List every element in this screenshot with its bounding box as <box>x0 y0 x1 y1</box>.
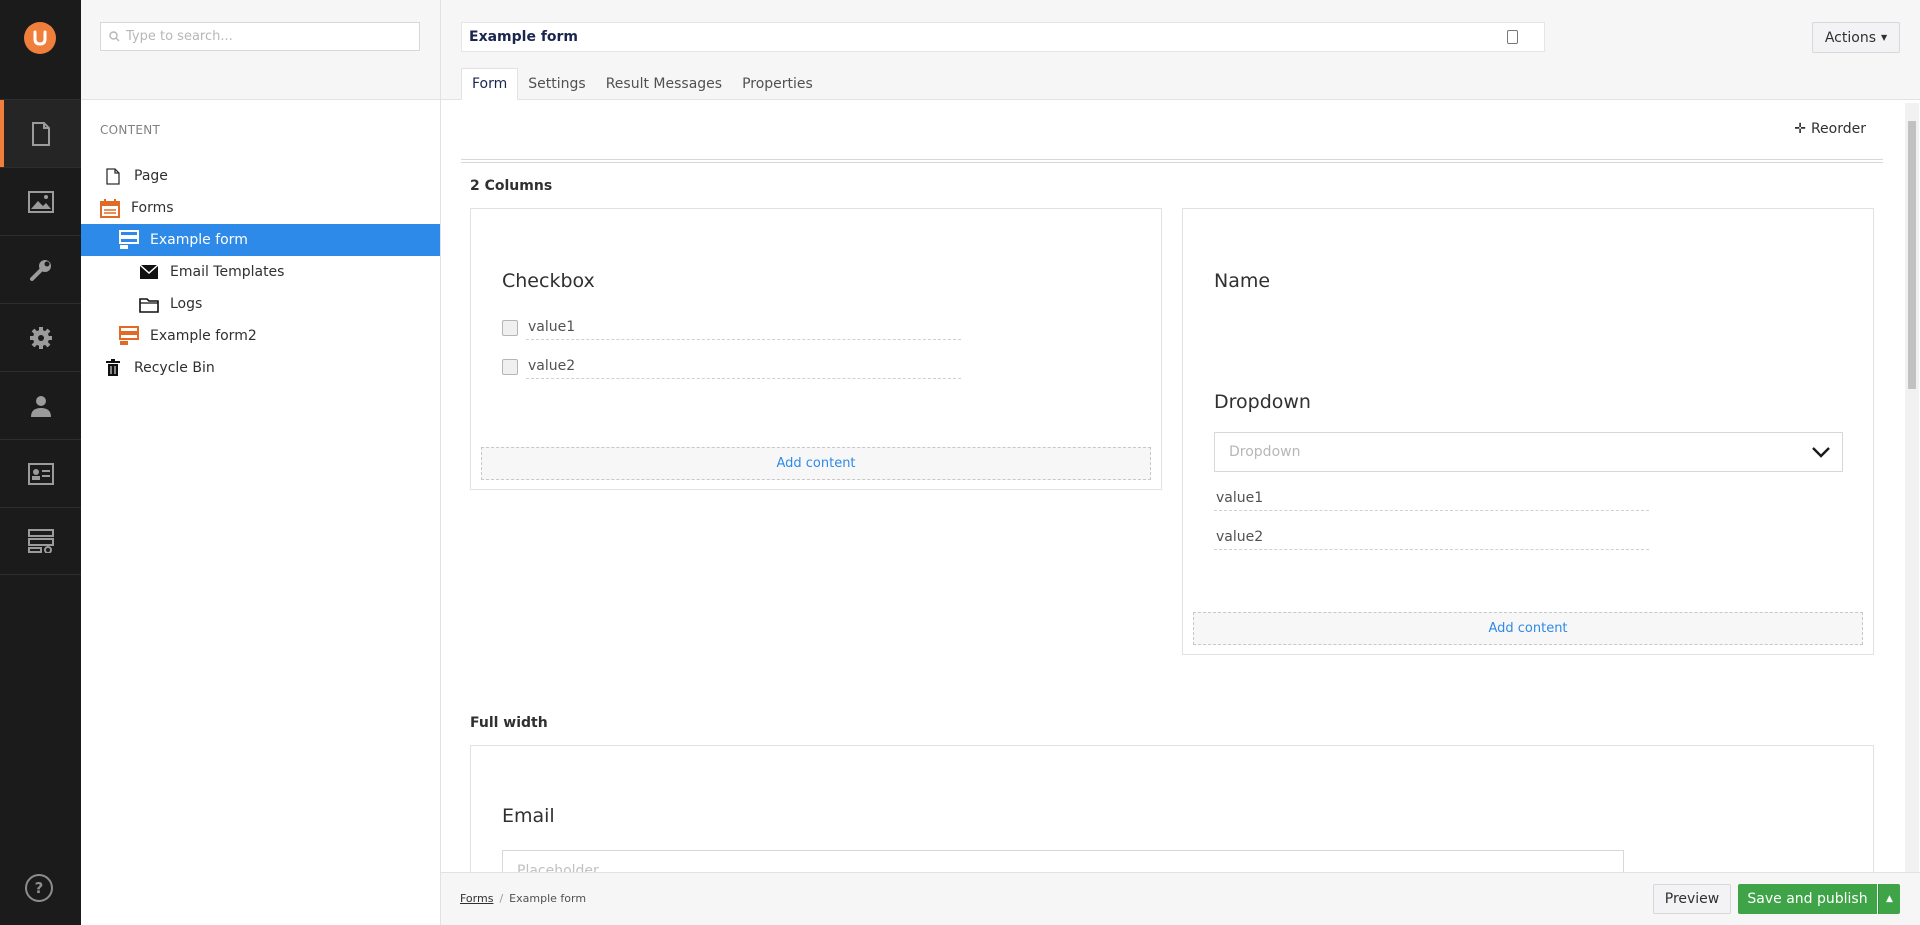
trash-icon <box>102 357 124 379</box>
tab-properties[interactable]: Properties <box>732 68 823 100</box>
checkbox[interactable] <box>502 319 518 336</box>
checkbox-option-label: value1 <box>526 315 961 340</box>
checkbox-option-label: value2 <box>526 354 961 379</box>
help-icon[interactable]: ? <box>25 874 53 902</box>
tree-item-example-form[interactable]: Example form <box>81 224 440 256</box>
row-label: Full width <box>470 715 548 731</box>
chevron-down-icon <box>1812 447 1830 458</box>
form-icon <box>118 325 140 347</box>
row-label: 2 Columns <box>470 178 553 194</box>
grid-cell-left: Checkbox value1 value2 Add content <box>470 208 1162 490</box>
tree-search[interactable] <box>100 22 420 51</box>
section-content[interactable] <box>0 99 81 167</box>
tree-item-page[interactable]: Page <box>81 160 440 192</box>
grid-cell-right: Name Dropdown Dropdown value1 value2 Add… <box>1182 208 1874 655</box>
dropdown-placeholder: Dropdown <box>1229 444 1301 460</box>
section-media[interactable] <box>0 167 81 235</box>
breadcrumb: Forms / Example form <box>460 892 586 905</box>
content-name-value: Example form <box>469 29 579 45</box>
envelope-icon <box>138 261 160 283</box>
add-content-button[interactable]: Add content <box>481 447 1151 480</box>
document-icon <box>102 165 124 187</box>
section-users[interactable] <box>0 371 81 439</box>
gear-icon <box>29 326 52 349</box>
wrench-icon <box>29 259 51 281</box>
editor-footer: Forms / Example form Preview Save and pu… <box>441 872 1920 925</box>
tree-item-label: Forms <box>131 200 174 216</box>
reorder-label: Reorder <box>1810 121 1866 137</box>
tab-result-messages[interactable]: Result Messages <box>596 68 732 100</box>
tab-settings[interactable]: Settings <box>518 68 595 100</box>
editor-tabs: Form Settings Result Messages Properties <box>461 68 823 100</box>
checkbox-option[interactable]: value1 <box>502 315 961 340</box>
alias-lock-icon[interactable] <box>1507 30 1518 44</box>
section-members[interactable] <box>0 439 81 507</box>
section-packages[interactable] <box>0 303 81 371</box>
tree-section-heading: Content <box>100 123 161 137</box>
checkbox-option[interactable]: value2 <box>502 354 961 379</box>
id-card-icon <box>27 462 54 485</box>
content-name-field[interactable]: Example form <box>461 22 1545 52</box>
dropdown-option: value1 <box>1214 486 1649 511</box>
search-icon <box>109 31 120 42</box>
field-label-name: Name <box>1214 270 1271 292</box>
tree-search-bar <box>81 0 440 100</box>
umbraco-logo-icon[interactable] <box>24 22 56 54</box>
dropdown-option: value2 <box>1214 525 1649 550</box>
user-icon <box>30 395 51 417</box>
breadcrumb-separator: / <box>499 892 504 905</box>
tree-item-recycle-bin[interactable]: Recycle Bin <box>81 352 440 384</box>
tree-search-input[interactable] <box>126 29 406 44</box>
scrollbar-thumb[interactable] <box>1908 121 1916 389</box>
form-icon <box>118 229 140 251</box>
section-settings[interactable] <box>0 235 81 303</box>
tree-item-label: Example form <box>150 232 248 248</box>
main-scrollbar[interactable] <box>1905 103 1919 872</box>
forms-calendar-icon <box>99 197 121 219</box>
tree-item-label: Example form2 <box>150 328 257 344</box>
field-label-dropdown: Dropdown <box>1214 391 1311 413</box>
app-sections-rail: ? <box>0 0 81 925</box>
preview-button[interactable]: Preview <box>1653 884 1731 914</box>
tree-item-forms[interactable]: Forms <box>81 192 440 224</box>
reorder-button[interactable]: ✛ Reorder <box>1794 121 1866 137</box>
document-icon <box>31 121 50 146</box>
add-content-button[interactable]: Add content <box>1193 612 1863 645</box>
save-and-publish-button[interactable]: Save and publish <box>1738 884 1877 914</box>
tree-item-label: Recycle Bin <box>134 360 215 376</box>
actions-button[interactable]: Actions ▼ <box>1812 22 1900 53</box>
content-tree-panel: Content Page Forms Example form Email Te… <box>81 0 441 925</box>
forms-icon <box>27 529 54 553</box>
tab-form[interactable]: Form <box>461 68 519 100</box>
tree-item-example-form2[interactable]: Example form2 <box>81 320 440 352</box>
image-icon <box>27 190 54 213</box>
page-divider <box>461 159 1883 163</box>
section-forms[interactable] <box>0 507 81 575</box>
editor-header: Example form Actions ▼ Form Settings Res… <box>441 0 1920 100</box>
move-icon: ✛ <box>1794 121 1806 137</box>
actions-label: Actions <box>1824 29 1876 46</box>
breadcrumb-current: Example form <box>509 892 587 905</box>
checkbox[interactable] <box>502 358 518 375</box>
field-label-email: Email <box>502 805 555 827</box>
breadcrumb-link-forms[interactable]: Forms <box>460 892 493 905</box>
email-field-preview[interactable]: Placeholder <box>502 850 1624 872</box>
grid-cell-full: Email Placeholder <box>470 745 1874 872</box>
tree-item-email-templates[interactable]: Email Templates <box>81 256 440 288</box>
tree-item-label: Page <box>134 168 168 184</box>
tree-item-label: Logs <box>170 296 203 312</box>
tree-item-label: Email Templates <box>170 264 285 280</box>
dropdown-select[interactable]: Dropdown <box>1214 432 1843 472</box>
tree-item-logs[interactable]: Logs <box>81 288 440 320</box>
caret-down-icon: ▼ <box>1880 33 1888 42</box>
form-designer: ✛ Reorder 2 Columns Checkbox value1 valu… <box>441 101 1906 872</box>
folder-icon <box>138 293 160 315</box>
publish-options-caret-icon[interactable]: ▲ <box>1878 884 1900 914</box>
field-label-checkbox: Checkbox <box>502 270 595 292</box>
